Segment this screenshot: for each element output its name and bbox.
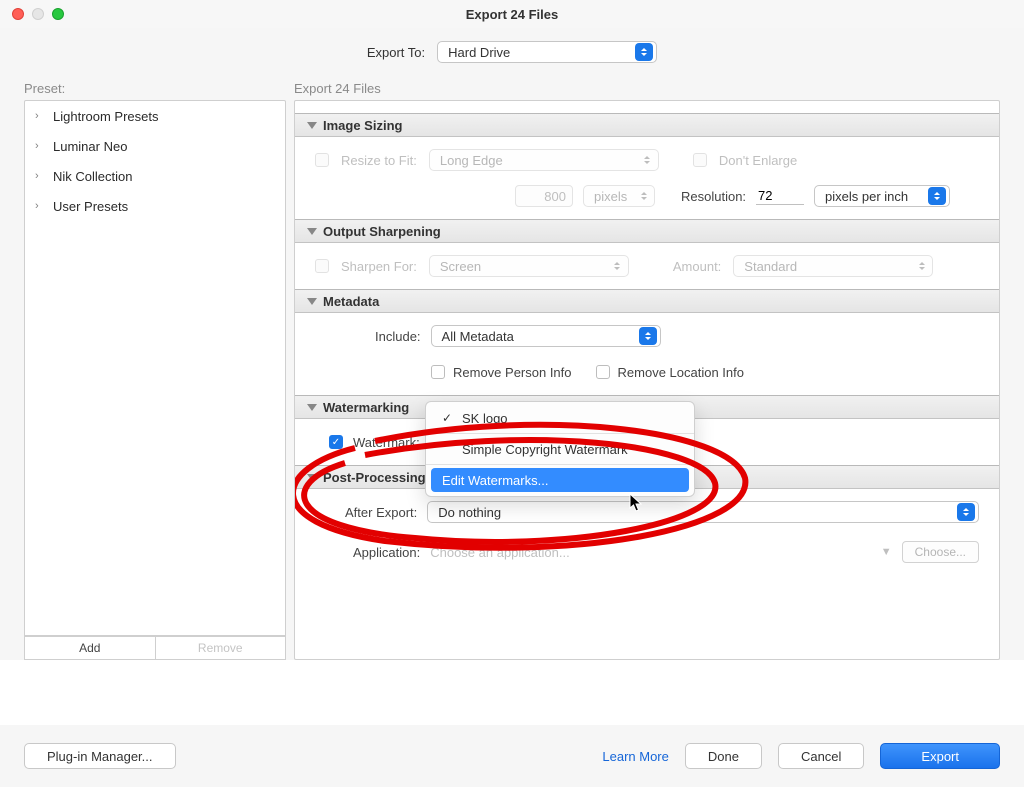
sharpen-for-checkbox[interactable] [315, 259, 329, 273]
preset-item-label: Luminar Neo [53, 139, 127, 154]
window-title: Export 24 Files [0, 7, 1024, 22]
dropdown-stepper-icon [928, 187, 946, 205]
amount-label: Amount: [673, 259, 721, 274]
dropdown-stepper-icon [610, 257, 625, 275]
footer: Plug-in Manager... Learn More Done Cance… [0, 725, 1024, 787]
sharpen-target-select: Screen [429, 255, 629, 277]
after-export-label: After Export: [345, 505, 417, 520]
watermark-label: Watermark: [353, 435, 420, 450]
chevron-right-icon: › [35, 170, 45, 182]
size-unit-select: pixels [583, 185, 655, 207]
dropdown-stepper-icon [957, 503, 975, 521]
output-sharpening-header[interactable]: Output Sharpening [295, 219, 999, 243]
choose-application-button: Choose... [902, 541, 979, 563]
learn-more-link[interactable]: Learn More [602, 749, 668, 764]
image-sizing-header[interactable]: Image Sizing [295, 113, 999, 137]
remove-location-label: Remove Location Info [618, 365, 744, 380]
triangle-down-icon [307, 404, 317, 411]
titlebar: Export 24 Files [0, 0, 1024, 28]
export-to-row: Export To: Hard Drive [0, 28, 1024, 76]
resize-to-fit-checkbox[interactable] [315, 153, 329, 167]
preset-item-lightroom[interactable]: › Lightroom Presets [25, 101, 285, 131]
menu-separator [426, 433, 694, 434]
remove-person-label: Remove Person Info [453, 365, 572, 380]
preset-item-luminar[interactable]: › Luminar Neo [25, 131, 285, 161]
chevron-down-icon: ▼ [881, 546, 892, 558]
add-preset-button[interactable]: Add [25, 637, 156, 659]
triangle-down-icon [307, 228, 317, 235]
export-button[interactable]: Export [880, 743, 1000, 769]
menu-item-sk-logo[interactable]: ✓ SK logo [426, 406, 694, 430]
checkmark-icon: ✓ [442, 411, 456, 425]
plugin-manager-button[interactable]: Plug-in Manager... [24, 743, 176, 769]
export-settings-panel[interactable]: Image Sizing Resize to Fit: Long Edge Do… [294, 100, 1000, 660]
chevron-right-icon: › [35, 110, 45, 122]
export-column-title: Export 24 Files [294, 81, 381, 96]
section-title: Image Sizing [323, 118, 402, 133]
resolution-input[interactable] [756, 187, 804, 205]
sidebar-wrap: › Lightroom Presets › Luminar Neo › Nik … [24, 100, 286, 660]
section-title: Post-Processing [323, 470, 426, 485]
export-to-label: Export To: [367, 45, 425, 60]
columns-header: Preset: Export 24 Files [0, 76, 1024, 100]
dropdown-stepper-icon [640, 151, 655, 169]
image-sizing-body: Resize to Fit: Long Edge Don't Enlarge p… [295, 137, 999, 219]
triangle-down-icon [307, 298, 317, 305]
dont-enlarge-checkbox [693, 153, 707, 167]
size-value-input [515, 185, 573, 207]
preset-item-label: Lightroom Presets [53, 109, 159, 124]
include-select[interactable]: All Metadata [431, 325, 661, 347]
menu-separator [426, 464, 694, 465]
metadata-body: Include: All Metadata Remove Person Info… [295, 313, 999, 395]
remove-person-checkbox[interactable] [431, 365, 445, 379]
sidebar-buttons: Add Remove [24, 636, 286, 660]
done-button[interactable]: Done [685, 743, 762, 769]
application-label: Application: [353, 545, 420, 560]
remove-location-checkbox[interactable] [596, 365, 610, 379]
remove-preset-button: Remove [156, 637, 286, 659]
dropdown-stepper-icon [914, 257, 929, 275]
section-title: Output Sharpening [323, 224, 441, 239]
include-label: Include: [375, 329, 421, 344]
menu-item-simple-copyright[interactable]: Simple Copyright Watermark [426, 437, 694, 461]
metadata-header[interactable]: Metadata [295, 289, 999, 313]
resolution-label: Resolution: [681, 189, 746, 204]
preset-sidebar[interactable]: › Lightroom Presets › Luminar Neo › Nik … [24, 100, 286, 636]
preset-item-label: User Presets [53, 199, 128, 214]
preset-item-user[interactable]: › User Presets [25, 191, 285, 221]
amount-select: Standard [733, 255, 933, 277]
preset-item-nik[interactable]: › Nik Collection [25, 161, 285, 191]
dropdown-stepper-icon [639, 327, 657, 345]
sharpen-for-label: Sharpen For: [341, 259, 417, 274]
application-placeholder: Choose an application... [430, 545, 871, 560]
triangle-down-icon [307, 474, 317, 481]
resolution-unit-select[interactable]: pixels per inch [814, 185, 950, 207]
preset-item-label: Nik Collection [53, 169, 132, 184]
preset-column-title: Preset: [24, 81, 294, 96]
cancel-button[interactable]: Cancel [778, 743, 864, 769]
chevron-right-icon: › [35, 140, 45, 152]
watermark-dropdown-menu[interactable]: ✓ SK logo Simple Copyright Watermark Edi… [425, 401, 695, 497]
dont-enlarge-label: Don't Enlarge [719, 153, 797, 168]
resize-to-fit-label: Resize to Fit: [341, 153, 417, 168]
content-area: › Lightroom Presets › Luminar Neo › Nik … [0, 100, 1024, 660]
dropdown-stepper-icon [636, 187, 651, 205]
watermark-checkbox[interactable]: ✓ [329, 435, 343, 449]
export-to-select[interactable]: Hard Drive [437, 41, 657, 63]
export-to-value: Hard Drive [448, 45, 635, 60]
section-title: Metadata [323, 294, 379, 309]
fit-mode-select: Long Edge [429, 149, 659, 171]
post-processing-body: After Export: Do nothing Application: Ch… [295, 489, 999, 575]
after-export-select[interactable]: Do nothing [427, 501, 979, 523]
triangle-down-icon [307, 122, 317, 129]
output-sharpening-body: Sharpen For: Screen Amount: Standard [295, 243, 999, 289]
dropdown-stepper-icon [635, 43, 653, 61]
section-title: Watermarking [323, 400, 409, 415]
menu-item-edit-watermarks[interactable]: Edit Watermarks... [431, 468, 689, 492]
chevron-right-icon: › [35, 200, 45, 212]
